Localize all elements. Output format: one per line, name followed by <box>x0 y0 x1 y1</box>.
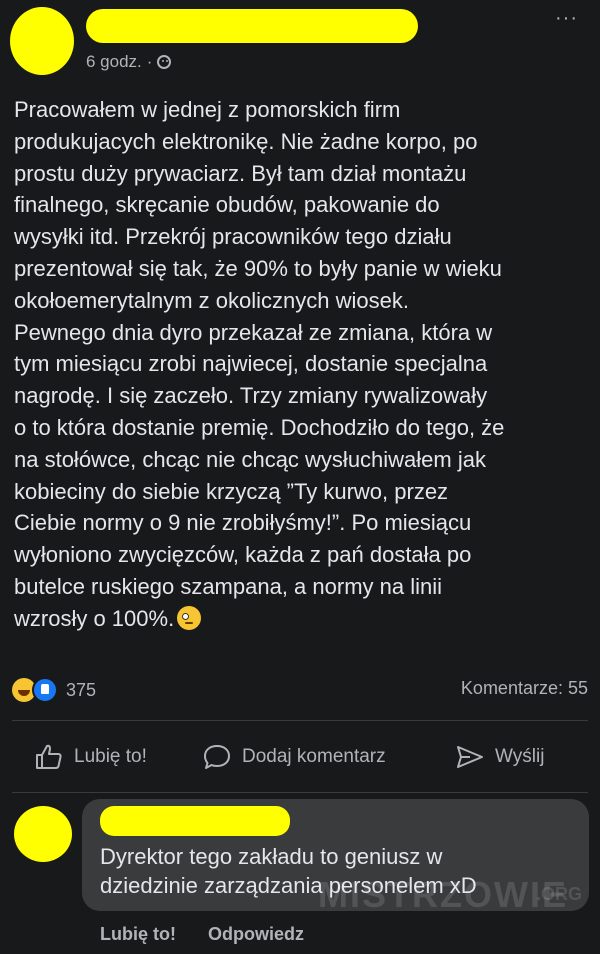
send-icon <box>457 746 483 768</box>
comment-button-label: Dodaj komentarz <box>242 746 386 767</box>
watermark-text: MISTRZOWIE <box>318 874 568 915</box>
commenter-avatar-redacted[interactable] <box>14 806 72 862</box>
meta-separator: · <box>146 52 153 71</box>
face-with-monocle-emoji <box>177 605 202 630</box>
like-button[interactable]: Lubię to! <box>34 742 147 772</box>
post-body: Pracowałem w jednej z pomorskich firm pr… <box>14 94 589 635</box>
author-name-redacted[interactable] <box>86 9 418 43</box>
post-timestamp[interactable]: 6 godz. <box>86 50 142 74</box>
send-button[interactable]: Wyślij <box>455 742 544 772</box>
commenter-name-redacted[interactable] <box>100 806 290 836</box>
post-meta: 6 godz. · <box>86 50 172 74</box>
reactions-summary[interactable]: 375 <box>12 676 96 704</box>
globe-icon <box>157 55 172 69</box>
comment-icon <box>204 745 230 769</box>
post-text: Pracowałem w jednej z pomorskich firm pr… <box>14 97 505 631</box>
like-reaction-icon <box>32 677 58 703</box>
comments-count[interactable]: Komentarze: 55 <box>461 678 588 699</box>
watermark-suffix: .ORG <box>536 884 583 904</box>
comment-actions: Lubię to! Odpowiedz <box>100 924 304 945</box>
like-button-label: Lubię to! <box>74 746 147 767</box>
post-header: ··· 6 godz. · <box>0 0 600 90</box>
comment-reply-button[interactable]: Odpowiedz <box>208 924 304 945</box>
divider <box>12 720 588 721</box>
comment-like-button[interactable]: Lubię to! <box>100 924 176 945</box>
more-icon[interactable]: ··· <box>555 8 578 28</box>
reaction-count: 375 <box>66 679 97 700</box>
thumbs-up-icon <box>36 744 62 769</box>
comment-button[interactable]: Dodaj komentarz <box>202 742 386 772</box>
author-avatar-redacted[interactable] <box>10 7 74 75</box>
send-button-label: Wyślij <box>495 746 545 767</box>
divider <box>12 792 588 793</box>
